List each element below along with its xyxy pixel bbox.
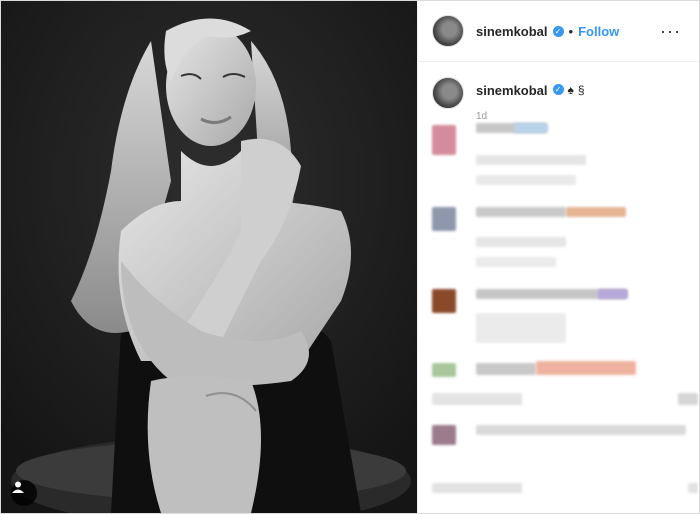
comment-text — [476, 257, 556, 267]
post-side-panel: sinemkobal ✓ • Follow ··· sinemkobal ✓ ♠… — [417, 1, 699, 513]
caption-emoji: ♠ — [567, 83, 574, 97]
caption-username[interactable]: sinemkobal — [476, 83, 548, 98]
photo-image — [1, 1, 417, 513]
caption-row: sinemkobal ✓ ♠ § — [432, 77, 685, 109]
comment-text — [432, 483, 522, 493]
post-header: sinemkobal ✓ • Follow ··· — [418, 1, 699, 62]
caption-trailing: § — [577, 83, 585, 97]
verified-badge-icon: ✓ — [552, 25, 564, 37]
user-tag-button[interactable] — [11, 480, 37, 506]
caption-verified-icon: ✓ — [552, 84, 564, 95]
comment-text — [432, 393, 522, 405]
comment-avatar[interactable] — [432, 289, 456, 313]
comment-text — [598, 289, 628, 299]
comment-text — [566, 207, 626, 217]
comment-text — [476, 175, 576, 185]
follow-button[interactable]: Follow — [578, 24, 619, 39]
comment-text — [514, 123, 548, 133]
comment-text — [476, 207, 566, 217]
comment-text — [476, 363, 536, 375]
comment-text — [678, 393, 698, 405]
header-separator: • — [568, 23, 574, 39]
more-options-icon[interactable]: ··· — [660, 21, 681, 42]
comment-text — [688, 483, 698, 493]
comment-avatar[interactable] — [432, 363, 456, 377]
user-tag-icon — [12, 481, 24, 493]
caption-timestamp: 1d — [476, 111, 488, 122]
comment-text — [476, 237, 566, 247]
post-container: sinemkobal ✓ • Follow ··· sinemkobal ✓ ♠… — [0, 0, 700, 514]
profile-avatar[interactable] — [432, 15, 464, 47]
comment-avatar[interactable] — [432, 425, 456, 445]
caption-avatar[interactable] — [432, 77, 464, 109]
comment-avatar[interactable] — [432, 207, 456, 231]
comment-text — [476, 155, 586, 165]
header-username[interactable]: sinemkobal — [476, 24, 548, 39]
comment-text — [476, 313, 566, 343]
comment-avatar[interactable] — [432, 125, 456, 155]
comment-text — [476, 425, 686, 435]
comment-text — [536, 361, 636, 375]
post-photo[interactable] — [1, 1, 417, 513]
